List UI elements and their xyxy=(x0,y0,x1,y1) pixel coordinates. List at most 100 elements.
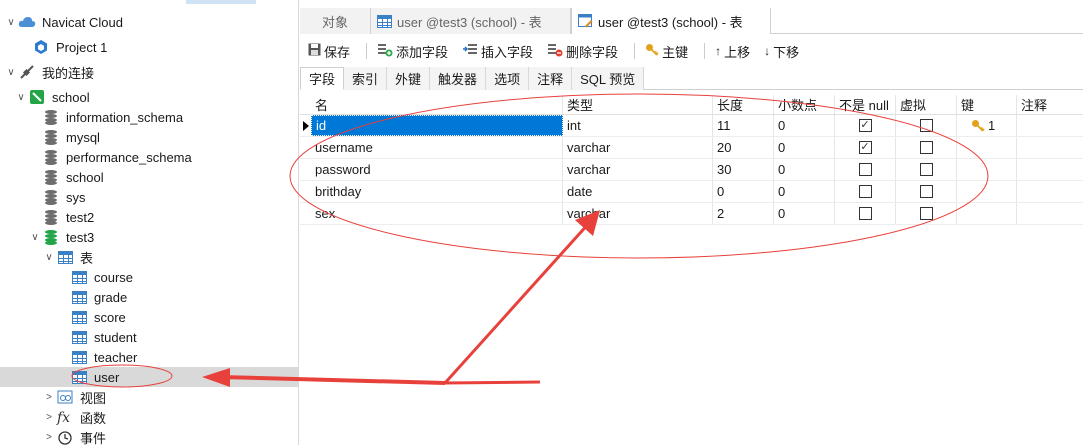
add-field-button[interactable]: 添加字段 xyxy=(373,39,452,63)
field-row[interactable]: id int 11 0 ✓ 1 xyxy=(300,115,1083,137)
key-cell[interactable] xyxy=(957,159,1017,180)
key-cell[interactable] xyxy=(957,137,1017,158)
field-decimals-cell[interactable]: 0 xyxy=(774,159,835,180)
tree-item-project-1[interactable]: Project 1 xyxy=(0,37,298,57)
tab-objects[interactable]: 对象 xyxy=(300,8,371,34)
field-type-cell[interactable]: date xyxy=(563,181,713,202)
field-name-cell[interactable]: sex xyxy=(311,203,563,224)
tree-item-tables-folder[interactable]: ∨ 表 xyxy=(0,247,298,267)
tree-item-database[interactable]: school xyxy=(0,167,298,187)
expand-arrow-icon[interactable]: ∨ xyxy=(14,87,28,107)
tree-item-database[interactable]: performance_schema xyxy=(0,147,298,167)
move-down-button[interactable]: ↓ 下移 xyxy=(760,39,803,63)
virtual-checkbox[interactable] xyxy=(919,163,933,176)
field-length-cell[interactable]: 11 xyxy=(713,115,774,136)
field-row[interactable]: brithday date 0 0 xyxy=(300,181,1083,203)
subtab-options[interactable]: 选项 xyxy=(486,67,530,90)
primary-key-button[interactable]: 主键 xyxy=(641,39,692,63)
tree-item-table-user-selected[interactable]: user xyxy=(0,367,298,387)
not-null-checkbox[interactable] xyxy=(858,185,872,198)
field-decimals-cell[interactable]: 0 xyxy=(774,137,835,158)
virtual-checkbox[interactable] xyxy=(919,207,933,220)
field-row[interactable]: username varchar 20 0 ✓ xyxy=(300,137,1083,159)
field-comment-cell[interactable] xyxy=(1017,137,1083,158)
column-header-type[interactable]: 类型 xyxy=(563,95,713,114)
not-null-checkbox[interactable] xyxy=(858,163,872,176)
tree-item-school-connection[interactable]: ∨ school xyxy=(0,87,298,107)
save-button[interactable]: 保存 xyxy=(304,39,354,63)
insert-field-button[interactable]: 插入字段 xyxy=(458,39,537,63)
tree-item-views[interactable]: > 视图 xyxy=(0,387,298,407)
expand-arrow-icon[interactable]: ∨ xyxy=(4,62,18,82)
subtab-foreign-keys[interactable]: 外键 xyxy=(387,67,431,90)
tree-item-my-connections[interactable]: ∨ 我的连接 xyxy=(0,62,298,82)
virtual-checkbox[interactable] xyxy=(919,119,933,132)
field-decimals-cell[interactable]: 0 xyxy=(774,181,835,202)
field-decimals-cell[interactable]: 0 xyxy=(774,203,835,224)
expand-arrow-icon[interactable]: > xyxy=(42,407,56,427)
subtab-indexes[interactable]: 索引 xyxy=(344,67,388,90)
subtab-comment[interactable]: 注释 xyxy=(529,67,573,90)
tree-item-database-test3[interactable]: ∨ test3 xyxy=(0,227,298,247)
field-type-cell[interactable]: int xyxy=(563,115,713,136)
tree-item-table[interactable]: student xyxy=(0,327,298,347)
expand-arrow-icon[interactable]: > xyxy=(42,427,56,445)
expand-arrow-icon[interactable]: > xyxy=(42,387,56,407)
tab-user-table-active[interactable]: user @test3 (school) - 表 xyxy=(571,8,771,34)
field-length-cell[interactable]: 0 xyxy=(713,181,774,202)
tree-item-navicat-cloud[interactable]: ∨ Navicat Cloud xyxy=(0,12,298,32)
tree-item-table[interactable]: score xyxy=(0,307,298,327)
tree-item-functions[interactable]: > fx 函数 xyxy=(0,407,298,427)
tree-item-events[interactable]: > 事件 xyxy=(0,427,298,445)
field-decimals-cell[interactable]: 0 xyxy=(774,115,835,136)
column-header-decimals[interactable]: 小数点 xyxy=(774,95,835,114)
field-type-cell[interactable]: varchar xyxy=(563,159,713,180)
field-comment-cell[interactable] xyxy=(1017,203,1083,224)
virtual-checkbox[interactable] xyxy=(919,185,933,198)
tree-item-table[interactable]: course xyxy=(0,267,298,287)
field-row[interactable]: password varchar 30 0 xyxy=(300,159,1083,181)
expand-arrow-icon[interactable]: ∨ xyxy=(28,227,42,247)
key-cell[interactable] xyxy=(957,203,1017,224)
field-length-cell[interactable]: 20 xyxy=(713,137,774,158)
field-type-cell[interactable]: varchar xyxy=(563,203,713,224)
expand-arrow-icon[interactable]: ∨ xyxy=(4,12,18,32)
tree-item-database[interactable]: test2 xyxy=(0,207,298,227)
column-header-name[interactable]: 名 xyxy=(311,95,563,114)
field-comment-cell[interactable] xyxy=(1017,181,1083,202)
field-comment-cell[interactable] xyxy=(1017,159,1083,180)
subtab-triggers[interactable]: 触发器 xyxy=(430,67,487,90)
scrollbar-thumb[interactable] xyxy=(186,0,256,4)
tree-item-database[interactable]: sys xyxy=(0,187,298,207)
field-name-cell[interactable]: password xyxy=(311,159,563,180)
column-header-comment[interactable]: 注释 xyxy=(1017,95,1083,114)
not-null-checkbox[interactable] xyxy=(858,207,872,220)
expand-arrow-icon[interactable]: ∨ xyxy=(42,247,56,267)
delete-field-button[interactable]: 删除字段 xyxy=(543,39,622,63)
column-header-length[interactable]: 长度 xyxy=(713,95,774,114)
field-name-cell[interactable]: brithday xyxy=(311,181,563,202)
field-name-cell[interactable]: id xyxy=(311,115,563,136)
tab-user-table[interactable]: user @test3 (school) - 表 xyxy=(371,8,571,34)
field-name-cell[interactable]: username xyxy=(311,137,563,158)
field-length-cell[interactable]: 30 xyxy=(713,159,774,180)
field-type-cell[interactable]: varchar xyxy=(563,137,713,158)
move-up-button[interactable]: ↑ 上移 xyxy=(711,39,754,63)
field-row[interactable]: sex varchar 2 0 xyxy=(300,203,1083,225)
tree-item-database[interactable]: information_schema xyxy=(0,107,298,127)
key-cell[interactable] xyxy=(957,181,1017,202)
subtab-fields[interactable]: 字段 xyxy=(300,67,345,90)
tree-item-database[interactable]: mysql xyxy=(0,127,298,147)
field-length-cell[interactable]: 2 xyxy=(713,203,774,224)
subtab-sql-preview[interactable]: SQL 预览 xyxy=(572,67,645,90)
not-null-checkbox[interactable]: ✓ xyxy=(858,141,872,154)
virtual-checkbox[interactable] xyxy=(919,141,933,154)
not-null-checkbox[interactable]: ✓ xyxy=(858,119,872,132)
field-comment-cell[interactable] xyxy=(1017,115,1083,136)
tree-item-table[interactable]: grade xyxy=(0,287,298,307)
key-cell[interactable]: 1 xyxy=(957,115,1017,136)
column-header-key[interactable]: 键 xyxy=(957,95,1017,114)
column-header-not-null[interactable]: 不是 null xyxy=(835,95,896,114)
column-header-virtual[interactable]: 虚拟 xyxy=(896,95,957,114)
tree-item-table[interactable]: teacher xyxy=(0,347,298,367)
